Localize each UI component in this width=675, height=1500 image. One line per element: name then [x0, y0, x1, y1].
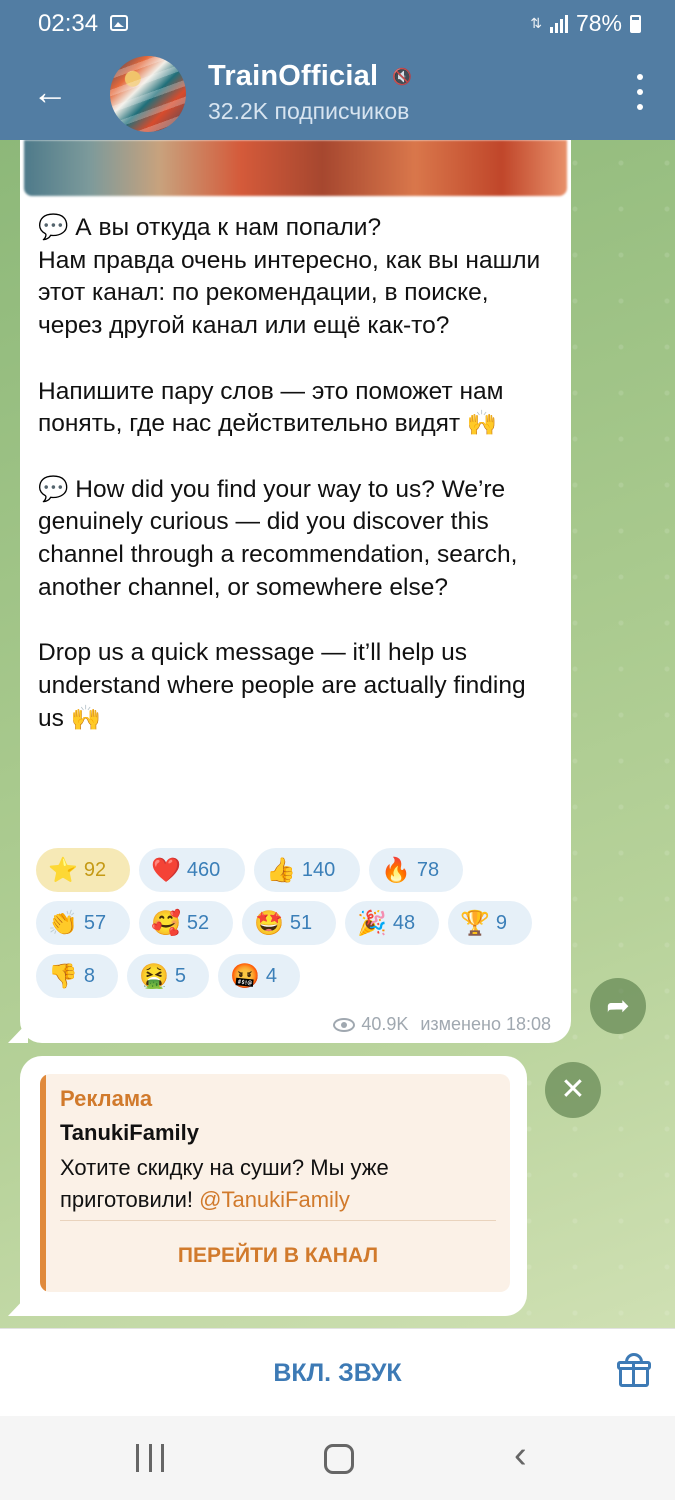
reaction-count: 140 — [301, 858, 336, 881]
trophy-emoji-icon: 🏆 — [460, 909, 490, 937]
sponsored-message[interactable]: Реклама TanukiFamily Хотите скидку на су… — [20, 1056, 527, 1316]
reaction-count: 51 — [289, 911, 313, 934]
system-nav-bar: ‹ — [0, 1416, 675, 1500]
vomit-emoji-icon: 🤮 — [139, 962, 169, 990]
go-to-channel-button[interactable]: ПЕРЕЙТИ В КАНАЛ — [60, 1220, 496, 1292]
message-photo[interactable] — [24, 140, 567, 196]
clap-emoji-icon: 👏 — [48, 909, 78, 937]
status-bar: 02:34 ⇅ 78% — [0, 0, 675, 48]
reaction-clap[interactable]: 👏 57 — [36, 901, 130, 945]
fire-emoji-icon: 🔥 — [381, 856, 411, 884]
message-meta: 40.9K изменено 18:08 — [333, 1014, 551, 1035]
back-arrow-icon[interactable]: ← — [28, 70, 72, 114]
edited-time: изменено 18:08 — [420, 1014, 551, 1034]
status-right: ⇅ 78% — [530, 10, 641, 37]
reaction-vomit[interactable]: 🤮 5 — [127, 954, 209, 998]
bubble-tail — [8, 1022, 28, 1043]
thumbs-down-emoji-icon: 👎 — [48, 962, 78, 990]
sponsored-label: Реклама — [60, 1086, 153, 1111]
reaction-count: 460 — [186, 858, 221, 881]
status-time: 02:34 — [38, 10, 99, 37]
home-icon[interactable] — [324, 1444, 354, 1474]
reaction-count: 57 — [83, 911, 107, 934]
sponsored-card[interactable]: Реклама TanukiFamily Хотите скидку на су… — [40, 1074, 510, 1292]
reaction-fire[interactable]: 🔥 78 — [369, 848, 463, 892]
channel-avatar[interactable] — [110, 56, 186, 132]
share-icon[interactable]: ➦ — [590, 978, 646, 1034]
reaction-thumbs-down[interactable]: 👎 8 — [36, 954, 118, 998]
bottom-bar: ВКЛ. ЗВУК — [0, 1328, 675, 1416]
close-icon[interactable]: ✕ — [545, 1062, 601, 1118]
reaction-row: ⭐ 92 ❤️ 460 👍 140 🔥 78 — [36, 848, 556, 892]
message-text: 💬 А вы откуда к нам попали? Нам правда о… — [38, 214, 541, 732]
channel-title-row[interactable]: TrainOfficial 🔇 — [208, 60, 412, 93]
reaction-star-struck[interactable]: 🤩 51 — [242, 901, 336, 945]
reaction-count: 4 — [265, 964, 278, 987]
star-emoji-icon: ⭐ — [48, 856, 78, 884]
signal-icon — [549, 14, 568, 33]
reaction-love-face[interactable]: 🥰 52 — [139, 901, 233, 945]
gallery-notification-icon — [110, 15, 128, 31]
chat-header: ← TrainOfficial 🔇 32.2K подписчиков — [0, 48, 675, 140]
reaction-count: 9 — [495, 911, 508, 934]
sponsored-text: Хотите скидку на суши? Мы уже приготовил… — [60, 1152, 500, 1216]
message-bubble[interactable]: 💬 А вы откуда к нам попали? Нам правда о… — [20, 140, 571, 1043]
reactions: ⭐ 92 ❤️ 460 👍 140 🔥 78 👏 57 🥰 52 🤩 51 🎉 … — [36, 848, 556, 1007]
bubble-tail — [8, 1295, 28, 1316]
reaction-trophy[interactable]: 🏆 9 — [448, 901, 532, 945]
reaction-count: 78 — [416, 858, 440, 881]
view-count: 40.9K — [361, 1014, 409, 1034]
data-network-icon: ⇅ — [530, 15, 542, 31]
thumbs-up-emoji-icon: 👍 — [266, 856, 296, 884]
love-face-emoji-icon: 🥰 — [151, 909, 181, 937]
mute-icon: 🔇 — [392, 68, 413, 86]
sponsored-accent-bar — [40, 1074, 46, 1292]
star-struck-emoji-icon: 🤩 — [254, 909, 284, 937]
heart-emoji-icon: ❤️ — [151, 856, 181, 884]
reaction-count: 8 — [83, 964, 96, 987]
cursing-emoji-icon: 🤬 — [230, 962, 260, 990]
recents-icon[interactable] — [136, 1444, 164, 1472]
chat-area[interactable]: 💬 А вы откуда к нам попали? Нам правда о… — [0, 140, 675, 1328]
views-eye-icon — [333, 1017, 356, 1032]
reaction-count: 5 — [174, 964, 187, 987]
reaction-row: 👎 8 🤮 5 🤬 4 — [36, 954, 556, 998]
reaction-count: 48 — [392, 911, 416, 934]
subscriber-count: 32.2K подписчиков — [208, 98, 410, 124]
reaction-thumbs-up[interactable]: 👍 140 — [254, 848, 360, 892]
reaction-star[interactable]: ⭐ 92 — [36, 848, 130, 892]
channel-title[interactable]: TrainOfficial — [208, 60, 378, 93]
gift-icon[interactable] — [617, 1353, 651, 1389]
reaction-count: 92 — [83, 858, 107, 881]
reaction-cursing[interactable]: 🤬 4 — [218, 954, 300, 998]
reaction-party[interactable]: 🎉 48 — [345, 901, 439, 945]
battery-percent: 78% — [575, 10, 622, 36]
nav-back-icon[interactable]: ‹ — [514, 1434, 527, 1477]
sponsor-link[interactable]: @TanukiFamily — [199, 1187, 350, 1212]
party-emoji-icon: 🎉 — [357, 909, 387, 937]
kebab-menu-icon[interactable] — [635, 74, 645, 110]
unmute-button[interactable]: ВКЛ. ЗВУК — [0, 1329, 675, 1417]
sponsor-name: TanukiFamily — [60, 1120, 199, 1145]
battery-icon — [630, 14, 641, 33]
reaction-count: 52 — [186, 911, 210, 934]
reaction-heart[interactable]: ❤️ 460 — [139, 848, 245, 892]
reaction-row: 👏 57 🥰 52 🤩 51 🎉 48 🏆 9 — [36, 901, 556, 945]
